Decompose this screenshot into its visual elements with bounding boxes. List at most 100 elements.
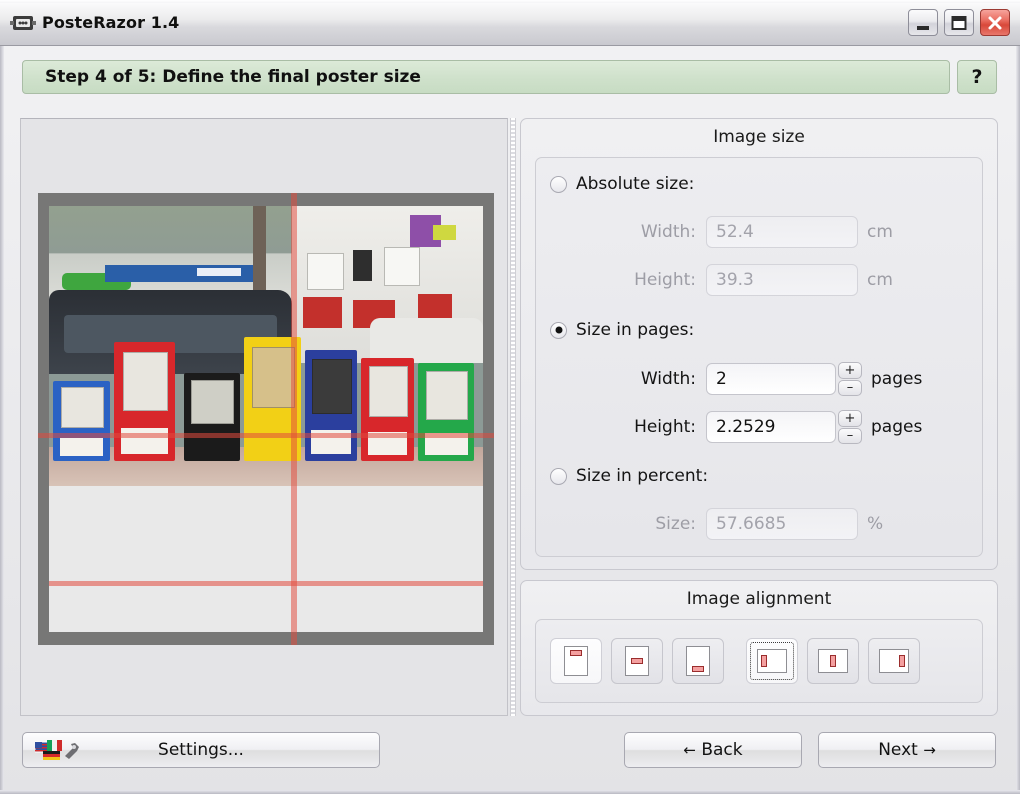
image-alignment-panel [535, 619, 983, 703]
pages-width-row: Width: 2 + – pages [550, 362, 922, 396]
absolute-width-input[interactable]: 52.4 [706, 216, 858, 248]
window-controls [908, 9, 1010, 36]
pages-height-input[interactable]: 2.2529 [706, 411, 836, 443]
absolute-height-unit: cm [867, 270, 893, 290]
pages-height-spinner[interactable]: + – [838, 410, 862, 444]
photo-news-box [417, 362, 475, 461]
preview-photo [49, 206, 483, 486]
settings-column: Image size Absolute size: Width: 52.4 cm… [520, 118, 998, 716]
radio-indicator [550, 467, 567, 485]
poster-paper [49, 206, 483, 632]
align-center-icon [818, 649, 848, 673]
align-left-icon [757, 649, 787, 673]
absolute-height-row: Height: 39.3 cm [550, 264, 893, 296]
photo-wall-poster [303, 296, 342, 329]
photo-window [383, 246, 421, 287]
image-alignment-title: Image alignment [686, 589, 832, 609]
absolute-width-label: Width: [640, 222, 696, 242]
step-banner-row: Step 4 of 5: Define the final poster siz… [0, 46, 1020, 102]
size-in-percent-label: Size in percent: [576, 466, 709, 486]
spinner-down-icon[interactable]: – [838, 427, 862, 444]
spinner-up-icon[interactable]: + [838, 362, 862, 379]
percent-size-input[interactable]: 57.6685 [706, 508, 858, 540]
image-size-title: Image size [713, 127, 805, 147]
poster-canvas [38, 193, 494, 645]
back-arrow-icon: ← [683, 741, 696, 759]
pages-height-unit: pages [871, 417, 923, 437]
size-in-percent-radio[interactable]: Size in percent: [550, 466, 708, 486]
maximize-icon [951, 15, 967, 30]
align-top-button[interactable] [550, 638, 602, 684]
settings-label: Settings... [158, 740, 244, 760]
align-right-icon [879, 649, 909, 673]
next-arrow-icon: → [923, 741, 936, 759]
align-center-button[interactable] [807, 638, 859, 684]
photo-news-box [361, 357, 414, 461]
align-middle-icon [625, 646, 649, 676]
spinner-down-icon[interactable]: – [838, 379, 862, 396]
flags-and-tools-icon [35, 740, 79, 760]
pages-height-row: Height: 2.2529 + – pages [550, 410, 922, 444]
page-guide-horizontal [38, 433, 494, 438]
back-label: Back [701, 740, 743, 760]
minimize-icon [917, 25, 929, 30]
alignment-button-row [536, 638, 982, 684]
settings-button[interactable]: Settings... [22, 732, 380, 768]
image-size-group: Image size Absolute size: Width: 52.4 cm… [520, 118, 998, 570]
page-guide-vertical [291, 193, 297, 645]
title-bar: PosteRazor 1.4 [0, 0, 1020, 46]
spinner-up-icon[interactable]: + [838, 410, 862, 427]
step-title: Step 4 of 5: Define the final poster siz… [45, 67, 421, 87]
back-button[interactable]: ← Back [624, 732, 802, 768]
window-frame-right [1016, 0, 1020, 794]
absolute-size-radio[interactable]: Absolute size: [550, 174, 694, 194]
photo-window [353, 249, 373, 282]
photo-news-box [183, 373, 240, 461]
align-bottom-button[interactable] [672, 638, 724, 684]
align-top-icon [564, 646, 588, 676]
photo-wall-poster [433, 224, 457, 241]
align-bottom-icon [686, 646, 710, 676]
photo-window [307, 253, 344, 290]
close-icon [988, 16, 1002, 29]
align-left-button[interactable] [746, 638, 798, 684]
photo-blue-sign [105, 264, 253, 282]
radio-indicator [550, 321, 567, 339]
pane-splitter[interactable] [510, 118, 516, 716]
pages-height-label: Height: [634, 417, 696, 437]
image-alignment-group: Image alignment [520, 580, 998, 716]
align-right-button[interactable] [868, 638, 920, 684]
image-size-panel: Absolute size: Width: 52.4 cm Height: 39… [535, 157, 983, 557]
window-frame-left [0, 0, 4, 794]
posterazor-icon [10, 16, 36, 30]
maximize-button[interactable] [944, 9, 974, 36]
photo-news-box [53, 380, 110, 461]
posterazor-window: PosteRazor 1.4 Step 4 of 5: Define the f… [0, 0, 1020, 794]
photo-news-box [305, 350, 358, 461]
next-label: Next [878, 740, 918, 760]
pages-width-label: Width: [640, 369, 696, 389]
size-in-pages-radio[interactable]: Size in pages: [550, 320, 694, 340]
absolute-height-input[interactable]: 39.3 [706, 264, 858, 296]
pages-width-spinner[interactable]: + – [838, 362, 862, 396]
pages-width-unit: pages [871, 369, 923, 389]
next-button[interactable]: Next → [818, 732, 996, 768]
percent-size-row: Size: 57.6685 % [550, 508, 883, 540]
page-guide-horizontal [49, 581, 483, 586]
photo-newspaper-boxes [49, 332, 483, 461]
radio-indicator [550, 175, 567, 193]
bottom-bar: Settings... ← Back Next → [0, 726, 1020, 794]
poster-preview-pane[interactable] [20, 118, 508, 716]
percent-size-unit: % [867, 514, 884, 534]
size-in-pages-label: Size in pages: [576, 320, 695, 340]
percent-size-label: Size: [655, 514, 696, 534]
absolute-height-label: Height: [634, 270, 696, 290]
help-button[interactable]: ? [957, 60, 997, 94]
window-title: PosteRazor 1.4 [42, 13, 180, 32]
close-button[interactable] [980, 9, 1010, 36]
absolute-size-label: Absolute size: [576, 174, 695, 194]
pages-width-input[interactable]: 2 [706, 363, 836, 395]
step-banner: Step 4 of 5: Define the final poster siz… [22, 60, 950, 94]
align-middle-button[interactable] [611, 638, 663, 684]
minimize-button[interactable] [908, 9, 938, 36]
